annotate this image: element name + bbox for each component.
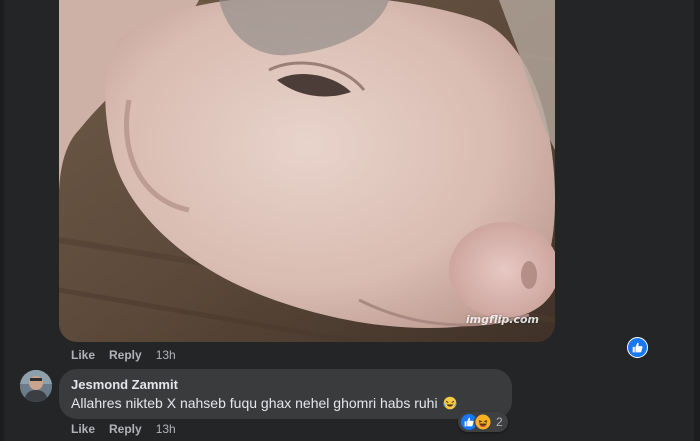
comment-author[interactable]: Jesmond Zammit <box>71 377 178 392</box>
comment-reactions[interactable]: 2 <box>458 412 508 432</box>
like-reaction-badge[interactable] <box>627 337 648 358</box>
thumbs-up-icon <box>632 342 643 353</box>
avatar-image <box>20 370 52 402</box>
like-link[interactable]: Like <box>71 422 95 436</box>
haha-icon <box>474 413 492 431</box>
right-edge <box>694 0 700 441</box>
comment-timestamp[interactable]: 13h <box>156 422 176 436</box>
reply-link[interactable]: Reply <box>109 348 142 362</box>
comment-actions: Like Reply 13h <box>71 422 176 436</box>
comment-text: Allahres nikteb X nahseb fuqu ghax nehel… <box>71 395 438 411</box>
avatar[interactable] <box>20 370 52 402</box>
reaction-count: 2 <box>496 415 503 429</box>
comment-timestamp[interactable]: 13h <box>156 348 176 362</box>
rofl-emoji-icon <box>444 396 457 410</box>
gif-comment-actions: Like Reply 13h <box>71 348 176 362</box>
comment-text-line: Allahres nikteb X nahseb fuqu ghax nehel… <box>71 395 457 411</box>
left-edge <box>0 0 4 441</box>
like-link[interactable]: Like <box>71 348 95 362</box>
pig-gif-image <box>59 0 555 342</box>
comment-bubble: Jesmond Zammit Allahres nikteb X nahseb … <box>59 369 512 419</box>
reply-link[interactable]: Reply <box>109 422 142 436</box>
gif-watermark: imgflip.com <box>465 313 539 326</box>
comment-gif[interactable]: imgflip.com <box>59 0 555 342</box>
